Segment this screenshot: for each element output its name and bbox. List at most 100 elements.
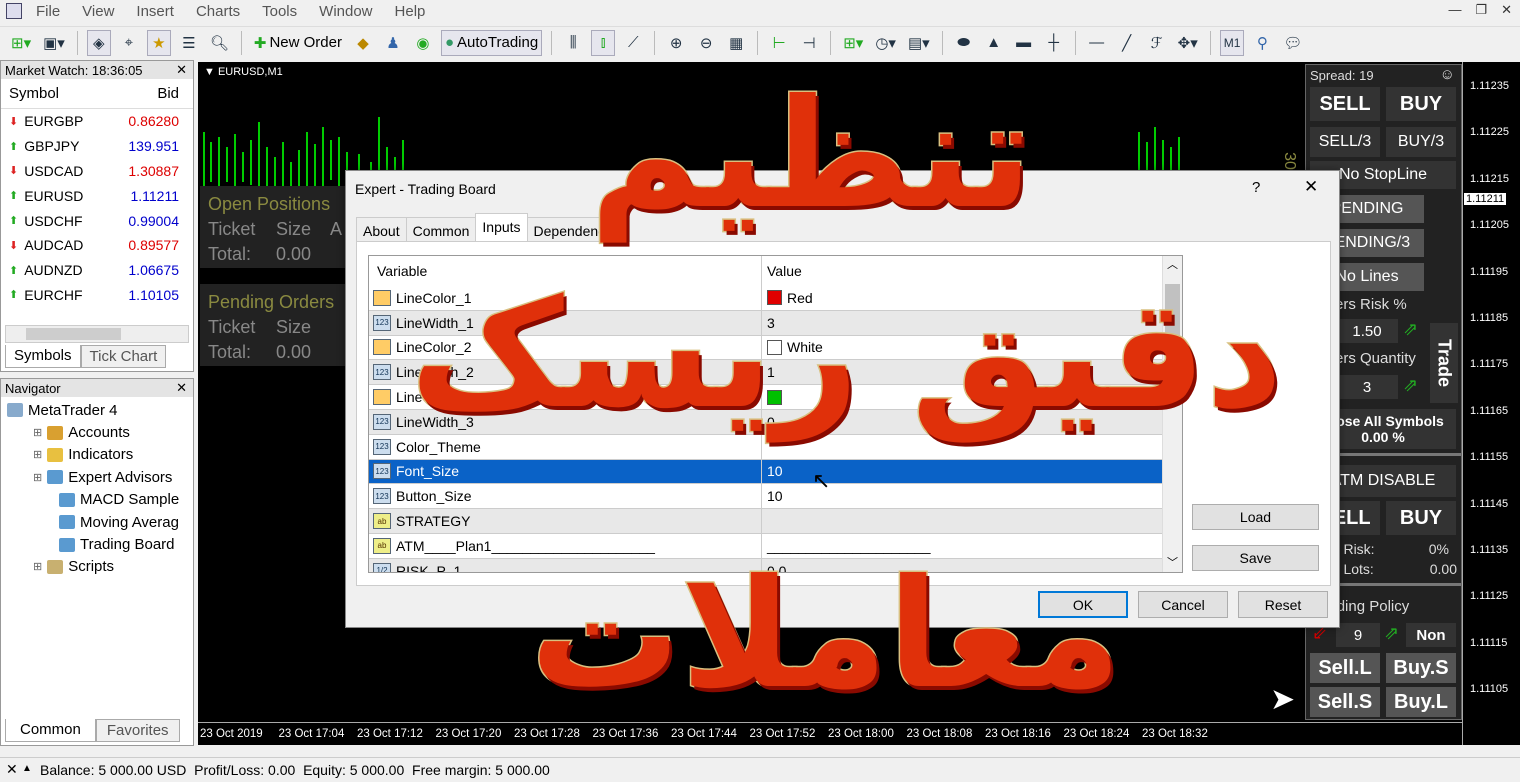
navigator-item[interactable]: MetaTrader 4 xyxy=(1,399,193,421)
column-bid[interactable]: Bid xyxy=(111,85,183,102)
column-variable[interactable]: Variable xyxy=(369,256,762,286)
cancel-button[interactable]: Cancel xyxy=(1138,591,1228,618)
market-watch-row[interactable]: ⬆ EURUSD 1.11211 xyxy=(1,183,193,208)
value-cell[interactable]: _____________________ xyxy=(762,538,931,554)
navigator-item[interactable]: MACD Sample xyxy=(1,489,193,511)
navigator-item[interactable]: ⊞ Indicators xyxy=(1,444,193,466)
policy-mode-button[interactable]: Non xyxy=(1406,623,1456,647)
column-symbol[interactable]: Symbol xyxy=(1,85,111,102)
navigator-item[interactable]: Trading Board xyxy=(1,533,193,555)
terminal-icon[interactable]: ☰ xyxy=(177,30,201,56)
auto-scroll-icon[interactable]: ⊢ xyxy=(767,30,791,56)
timeframe-m1-button[interactable]: M1 xyxy=(1219,29,1245,56)
rectangle-icon[interactable]: ▬ xyxy=(1012,30,1036,56)
value-cell[interactable]: 0 xyxy=(762,414,775,430)
tile-windows-icon[interactable]: ▦ xyxy=(724,30,748,56)
input-row[interactable]: 123 Font_Size 10 xyxy=(369,459,1182,485)
metaeditor-icon[interactable]: ◆ xyxy=(351,30,375,56)
strategy-tester-icon[interactable]: 🔍︎ xyxy=(207,30,232,56)
dialog-close-button[interactable]: ✕ xyxy=(1304,177,1318,197)
sell-limit-button[interactable]: Sell.L xyxy=(1310,653,1380,683)
atm-buy-button[interactable]: BUY xyxy=(1386,501,1456,535)
value-cell[interactable] xyxy=(762,389,787,405)
trade-button[interactable]: Trade xyxy=(1430,323,1458,403)
tab-favorites[interactable]: Favorites xyxy=(95,719,180,742)
market-watch-icon[interactable]: ◈ xyxy=(86,29,111,56)
menu-insert[interactable]: Insert xyxy=(136,3,174,20)
sell-button[interactable]: SELL xyxy=(1310,87,1380,121)
input-row[interactable]: 123 LineWidth_1 3 xyxy=(369,310,1182,336)
expand-icon[interactable]: ⊞ xyxy=(33,426,42,439)
indicators-icon[interactable]: ⊞▾ xyxy=(840,30,866,56)
menu-file[interactable]: File xyxy=(36,3,60,20)
minimize-icon[interactable]: — xyxy=(1448,2,1461,18)
input-row[interactable]: ab ATM____Plan1_____________________ _____… xyxy=(369,533,1182,559)
search-icon[interactable]: ⚲ xyxy=(1250,30,1274,56)
fibonacci-icon[interactable]: ℱ xyxy=(1145,30,1169,56)
line-chart-icon[interactable]: ⟋ xyxy=(621,30,645,56)
expand-icon[interactable]: ⊞ xyxy=(33,471,42,484)
zoom-out-icon[interactable]: ⊖ xyxy=(694,30,718,56)
menu-help[interactable]: Help xyxy=(395,3,426,20)
value-cell[interactable]: Red xyxy=(762,290,813,306)
navigator-item[interactable]: ⊞ Expert Advisors xyxy=(1,466,193,488)
input-row[interactable]: LineColor_2 White xyxy=(369,335,1182,361)
periods-icon[interactable]: ◷▾ xyxy=(872,30,899,56)
ok-button[interactable]: OK xyxy=(1038,591,1128,618)
input-row[interactable]: 123 Color_Theme xyxy=(369,434,1182,460)
new-order-button[interactable]: ✚ New Order xyxy=(251,30,345,56)
input-row[interactable]: 1/2 RISK_P_1 0.0 xyxy=(369,558,1182,572)
crosshair-icon[interactable]: ⌖ xyxy=(117,30,141,56)
input-row[interactable]: LineColor_1 Red xyxy=(369,286,1182,311)
quantity-input[interactable]: 3 xyxy=(1336,375,1398,399)
input-row[interactable]: 123 LineWidth_2 1 xyxy=(369,360,1182,386)
policy-up-arrow-icon[interactable]: ⇗ xyxy=(1384,623,1399,644)
sell-third-button[interactable]: SELL/3 xyxy=(1310,127,1380,157)
value-cell[interactable]: 10 xyxy=(762,488,783,504)
horizontal-line-icon[interactable]: — xyxy=(1085,30,1109,56)
input-row[interactable]: LineColor_3 xyxy=(369,385,1182,410)
close-icon[interactable]: ✕ xyxy=(176,380,187,396)
navigator-item[interactable]: Moving Averag xyxy=(1,511,193,533)
vertical-scrollbar[interactable]: ︿ ﹀ xyxy=(1162,256,1182,572)
risk-input[interactable]: 1.50 xyxy=(1336,319,1398,343)
close-icon[interactable]: ✕ xyxy=(176,62,187,78)
signals-icon[interactable]: ♟ xyxy=(381,30,405,56)
input-row[interactable]: 123 LineWidth_3 0 xyxy=(369,409,1182,435)
buy-third-button[interactable]: BUY/3 xyxy=(1386,127,1456,157)
menu-window[interactable]: Window xyxy=(319,3,372,20)
horizontal-scrollbar[interactable] xyxy=(5,325,189,343)
buy-stop-button[interactable]: Buy.S xyxy=(1386,653,1456,683)
close-icon[interactable]: ✕ xyxy=(6,761,18,778)
column-value[interactable]: Value xyxy=(762,263,802,279)
navigator-item[interactable]: ⊞ Accounts xyxy=(1,421,193,443)
risk-up-arrow-icon[interactable]: ⇗ xyxy=(1403,319,1418,340)
new-chart-icon[interactable]: ⊞▾ xyxy=(8,30,34,56)
chart-shift-icon[interactable]: ⊣ xyxy=(797,30,821,56)
market-watch-row[interactable]: ⬆ AUDNZD 1.06675 xyxy=(1,258,193,283)
zoom-in-icon[interactable]: ⊕ xyxy=(664,30,688,56)
candlestick-icon[interactable]: ⫾ xyxy=(591,29,616,56)
restore-icon[interactable]: ❐ xyxy=(1475,2,1487,18)
chat-icon[interactable]: 💬︎ xyxy=(1280,30,1305,56)
navigator-item[interactable]: ⊞ Scripts xyxy=(1,556,193,578)
menu-charts[interactable]: Charts xyxy=(196,3,240,20)
load-button[interactable]: Load xyxy=(1192,504,1319,530)
buy-limit-button[interactable]: Buy.L xyxy=(1386,687,1456,717)
input-row[interactable]: ab STRATEGY xyxy=(369,509,1182,534)
value-cell[interactable]: 1 xyxy=(762,364,775,380)
templates-icon[interactable]: ▤▾ xyxy=(905,30,933,56)
close-icon[interactable]: ✕ xyxy=(1501,2,1512,18)
tab-symbols[interactable]: Symbols xyxy=(5,345,81,368)
market-watch-row[interactable]: ⬇ AUDCAD 0.89577 xyxy=(1,233,193,258)
market-watch-row[interactable]: ⬆ GBPJPY 139.951 xyxy=(1,134,193,159)
value-cell[interactable]: 10 xyxy=(762,463,783,479)
tab-common[interactable]: Common xyxy=(5,719,96,742)
profiles-icon[interactable]: ▣▾ xyxy=(40,30,68,56)
autotrading-button[interactable]: ● AutoTrading xyxy=(440,29,543,56)
tab-tick-chart[interactable]: Tick Chart xyxy=(80,345,167,368)
ellipse-icon[interactable]: ⬬ xyxy=(952,30,976,56)
input-row[interactable]: 123 Button_Size 10 xyxy=(369,484,1182,510)
menu-tools[interactable]: Tools xyxy=(262,3,297,20)
buy-button[interactable]: BUY xyxy=(1386,87,1456,121)
